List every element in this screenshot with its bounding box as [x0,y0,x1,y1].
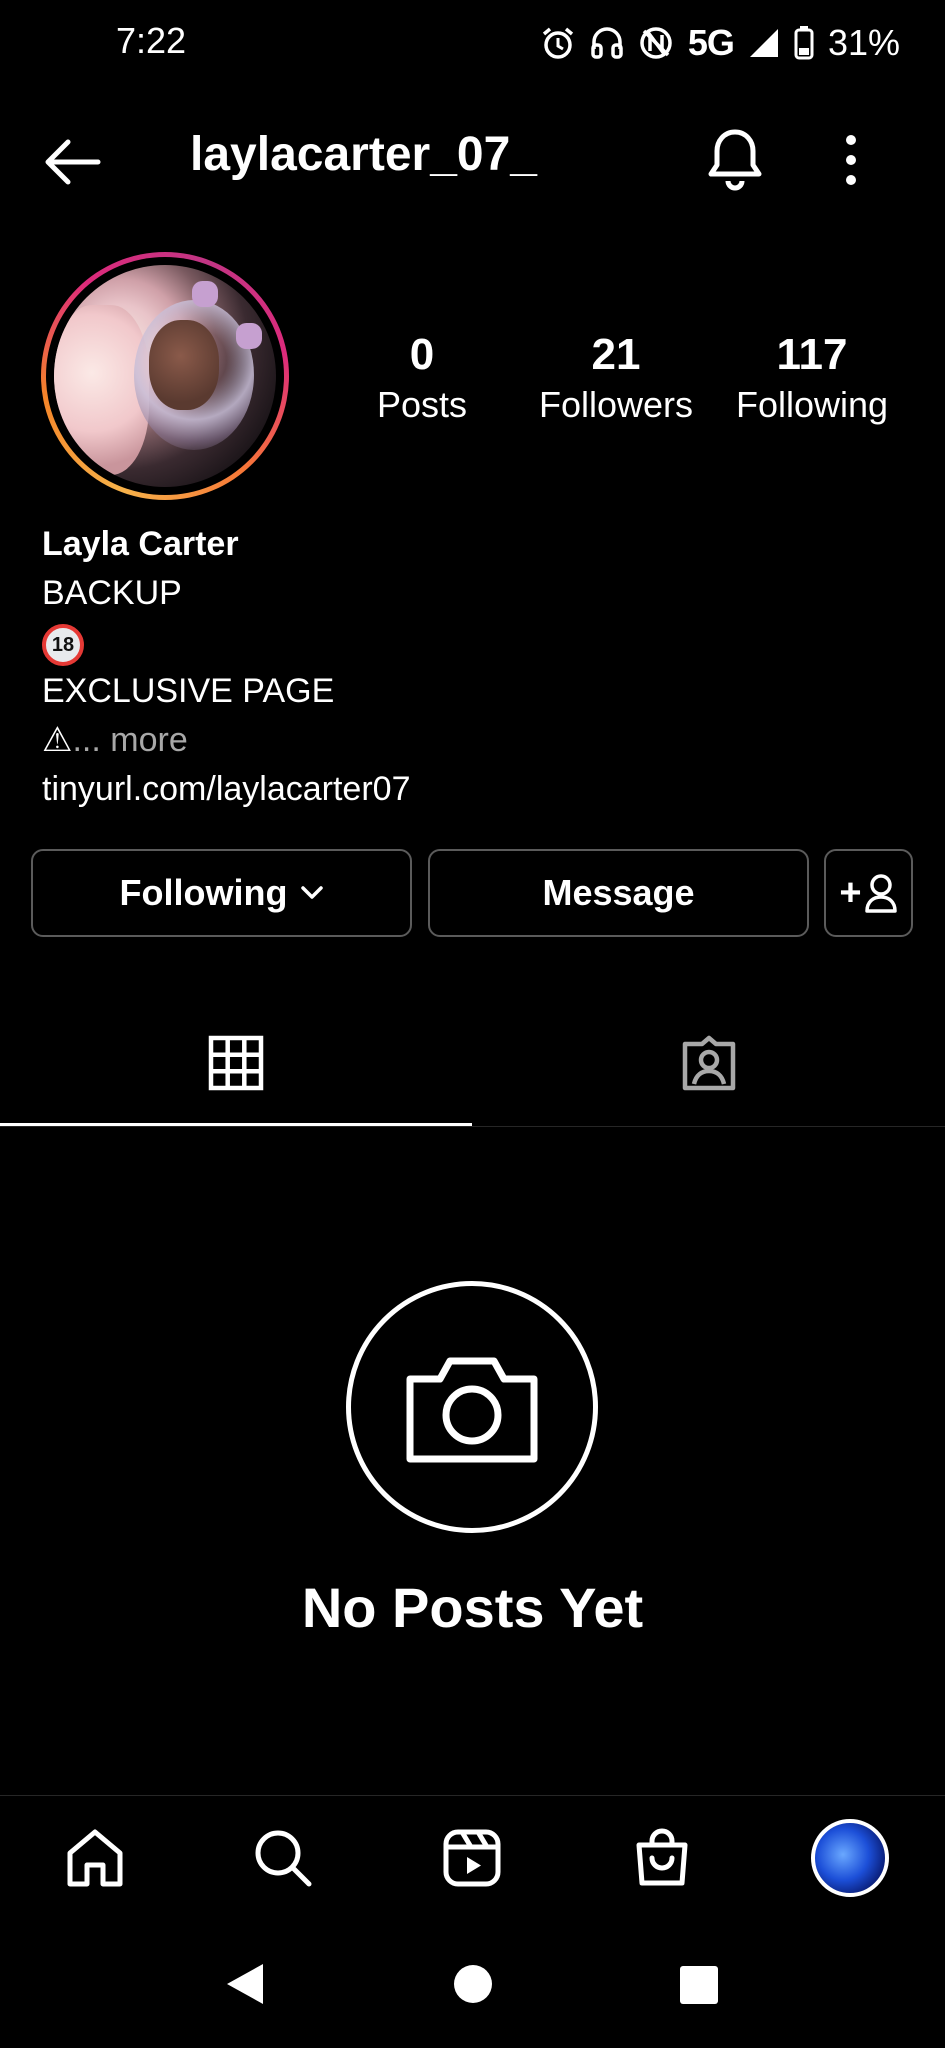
signal-icon [749,29,778,57]
bell-icon[interactable] [705,126,765,197]
system-recents-icon[interactable] [680,1966,718,2004]
nav-reels[interactable] [432,1818,512,1898]
profile-photo [54,265,276,487]
battery-percent: 31% [827,22,900,63]
system-home-icon[interactable] [454,1965,492,2003]
reels-icon [443,1829,501,1887]
grid-icon [208,1035,264,1091]
nav-profile[interactable] [810,1818,890,1898]
add-user-plus: + [839,871,862,914]
posts-count: 0 [409,330,435,379]
following-button-label: Following [119,872,288,913]
display-name: Layla Carter [42,525,239,563]
message-button[interactable]: Message [428,849,809,937]
more-vertical-icon[interactable] [843,134,859,191]
nav-search[interactable] [243,1818,323,1898]
stat-following[interactable]: 117 Following [722,330,902,430]
nfc-icon [640,27,672,59]
network-type: 5G [687,22,735,63]
nav-shop[interactable] [622,1818,702,1898]
profile-avatar-small [811,1819,889,1897]
headphones-icon [591,27,623,59]
empty-state-camera [346,1281,598,1533]
followers-label: Followers [538,384,694,425]
system-nav-bar [0,1920,945,2048]
tagged-icon [682,1035,735,1091]
posts-label: Posts [376,384,468,425]
chevron-down-icon [301,886,324,899]
stat-posts: 0 Posts [332,330,512,430]
tab-grid[interactable] [0,1000,472,1126]
bio-more-row[interactable]: ⚠... more [42,716,410,765]
bottom-nav [0,1796,945,1920]
nav-home[interactable] [55,1818,135,1898]
system-back-icon[interactable] [223,1962,267,2006]
back-arrow-icon[interactable] [40,130,104,199]
empty-state-title: No Posts Yet [301,1576,644,1639]
search-icon [255,1830,312,1887]
battery-icon [794,26,814,60]
adult-badge-icon: 18 [42,624,84,667]
bio-link[interactable]: tinyurl.com/laylacarter07 [42,765,410,814]
bio-more-link[interactable]: ... more [72,721,187,759]
bio-line-exclusive: EXCLUSIVE PAGE [42,672,335,710]
camera-icon [406,1357,538,1463]
warning-icon: ⚠ [42,721,73,759]
status-time: 7:22 [116,20,187,61]
shop-icon [636,1828,688,1886]
home-icon [67,1829,123,1887]
following-button[interactable]: Following [31,849,412,937]
tab-tagged[interactable] [472,1000,945,1126]
bio-line-backup: BACKUP [42,574,182,612]
message-button-label: Message [542,872,695,913]
following-count: 117 [776,330,848,379]
profile-avatar[interactable] [41,252,289,500]
stat-followers[interactable]: 21 Followers [526,330,706,430]
alarm-icon [542,27,574,59]
profile-bio: Layla Carter BACKUP 18 EXCLUSIVE PAGE ⚠.… [42,520,410,814]
add-user-icon [864,874,897,913]
profile-username: laylacarter_07_ [190,128,537,181]
status-icons: 5G 31% [540,18,900,68]
following-label: Following [735,384,889,425]
tab-divider [0,1126,945,1127]
followers-count: 21 [591,330,641,379]
add-user-button[interactable]: + [824,849,913,937]
